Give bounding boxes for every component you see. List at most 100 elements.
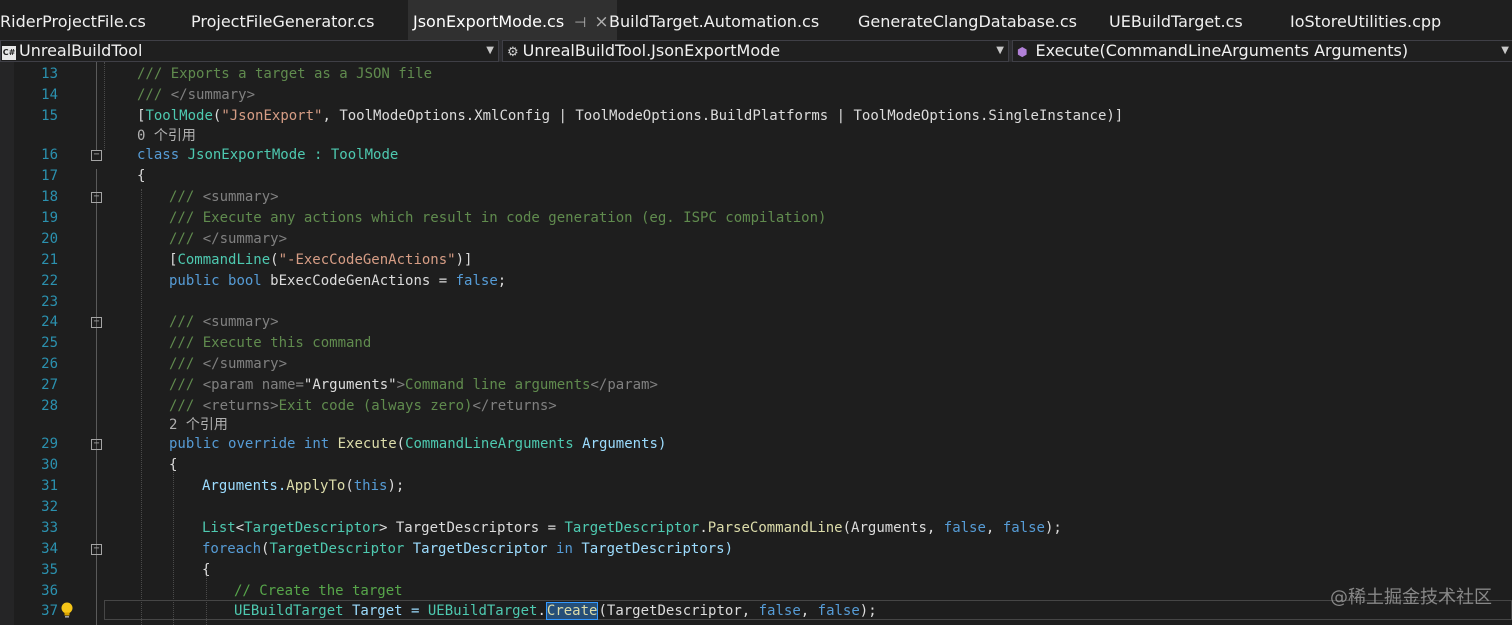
code-text: /// <summary> bbox=[169, 314, 279, 330]
code-line: 26 /// </summary> bbox=[0, 354, 1512, 374]
line-number: 13 bbox=[41, 66, 58, 82]
type-name: UnrealBuildTool.JsonExportMode bbox=[522, 41, 781, 60]
editor-tab-bar: RiderProjectFile.cs ProjectFileGenerator… bbox=[0, 0, 1512, 41]
chevron-down-icon[interactable]: ▼ bbox=[1501, 41, 1509, 61]
tab-label: BuildTarget.Automation.cs bbox=[609, 12, 820, 31]
member-name: Execute(CommandLineArguments Arguments) bbox=[1035, 41, 1409, 60]
code-text: [ToolMode("JsonExport", ToolModeOptions.… bbox=[137, 108, 1124, 124]
code-text: Arguments.ApplyTo(this); bbox=[202, 478, 405, 494]
chevron-down-icon[interactable]: ▼ bbox=[486, 41, 494, 61]
line-number: 32 bbox=[41, 499, 58, 515]
code-line: 18 − /// <summary> bbox=[0, 187, 1512, 207]
code-line: 28 /// <returns>Exit code (always zero)<… bbox=[0, 396, 1512, 416]
line-number: 29 bbox=[41, 436, 58, 452]
collapse-icon[interactable]: − bbox=[91, 150, 102, 161]
code-text: /// <param name="Arguments">Command line… bbox=[169, 377, 658, 393]
codelens-references[interactable]: 0 个引用 bbox=[137, 126, 196, 146]
line-number: 24 bbox=[41, 314, 58, 330]
tab-buildtarget-automation[interactable]: BuildTarget.Automation.cs bbox=[609, 0, 819, 40]
member-dropdown[interactable]: ⬢ Execute(CommandLineArguments Arguments)… bbox=[1012, 40, 1512, 62]
code-line: 29 − public override int Execute(Command… bbox=[0, 434, 1512, 454]
collapse-icon[interactable]: − bbox=[91, 317, 102, 328]
chevron-down-icon[interactable]: ▼ bbox=[996, 41, 1004, 61]
line-number: 31 bbox=[41, 478, 58, 494]
codelens-references[interactable]: 2 个引用 bbox=[169, 415, 228, 435]
line-number: 34 bbox=[41, 541, 58, 557]
code-text: public override int Execute(CommandLineA… bbox=[169, 436, 667, 452]
class-icon: ⚙ bbox=[507, 45, 519, 60]
tab-label: JsonExportMode.cs bbox=[413, 12, 565, 31]
tab-label: UEBuildTarget.cs bbox=[1109, 12, 1243, 31]
code-line: 35 { bbox=[0, 560, 1512, 580]
line-number: 17 bbox=[41, 168, 58, 184]
project-name: UnrealBuildTool bbox=[19, 41, 143, 60]
line-number: 20 bbox=[41, 231, 58, 247]
code-line: 27 /// <param name="Arguments">Command l… bbox=[0, 375, 1512, 395]
code-line: 22 public bool bExecCodeGenActions = fal… bbox=[0, 271, 1512, 291]
code-line: 16 − class JsonExportMode : ToolMode bbox=[0, 145, 1512, 165]
code-text: foreach(TargetDescriptor TargetDescripto… bbox=[202, 541, 734, 557]
code-text: class JsonExportMode : ToolMode bbox=[137, 147, 399, 163]
selected-method: Create bbox=[545, 602, 599, 620]
line-number: 36 bbox=[41, 583, 58, 599]
tab-label: RiderProjectFile.cs bbox=[0, 12, 146, 31]
collapse-icon[interactable]: − bbox=[91, 544, 102, 555]
method-icon: ⬢ bbox=[1017, 45, 1028, 59]
code-line: 31 Arguments.ApplyTo(this); bbox=[0, 476, 1512, 496]
line-number: 18 bbox=[41, 189, 58, 205]
code-text: List<TargetDescriptor> TargetDescriptors… bbox=[202, 520, 1062, 536]
code-line: 17 { bbox=[0, 166, 1512, 186]
tab-riderprojectfile[interactable]: RiderProjectFile.cs bbox=[0, 0, 146, 40]
code-text: /// Execute this command bbox=[169, 335, 372, 351]
line-number: 35 bbox=[41, 562, 58, 578]
code-line: 20 /// </summary> bbox=[0, 229, 1512, 249]
code-text: /// Execute any actions which result in … bbox=[169, 210, 827, 226]
line-number: 37 bbox=[41, 603, 58, 619]
line-number: 15 bbox=[41, 108, 58, 124]
line-number: 14 bbox=[41, 87, 58, 103]
line-number: 30 bbox=[41, 457, 58, 473]
pin-icon[interactable]: ⊣ bbox=[574, 15, 586, 31]
tab-label: IoStoreUtilities.cpp bbox=[1290, 12, 1442, 31]
code-line: 21 [CommandLine("-ExecCodeGenActions")] bbox=[0, 250, 1512, 270]
code-text: /// </summary> bbox=[169, 231, 288, 247]
close-icon[interactable]: × bbox=[594, 12, 608, 32]
line-number: 16 bbox=[41, 147, 58, 163]
tab-projectfilegenerator[interactable]: ProjectFileGenerator.cs bbox=[191, 0, 375, 40]
line-number: 26 bbox=[41, 356, 58, 372]
code-text: { bbox=[169, 457, 178, 473]
collapse-icon[interactable]: − bbox=[91, 439, 102, 450]
code-text: UEBuildTarget Target = UEBuildTarget.Cre… bbox=[234, 602, 877, 620]
tab-generateclangdatabase[interactable]: GenerateClangDatabase.cs bbox=[858, 0, 1077, 40]
code-line: 34 − foreach(TargetDescriptor TargetDesc… bbox=[0, 539, 1512, 559]
code-text: /// <returns>Exit code (always zero)</re… bbox=[169, 398, 557, 414]
collapse-icon[interactable]: − bbox=[91, 192, 102, 203]
code-text: [CommandLine("-ExecCodeGenActions")] bbox=[169, 252, 473, 268]
type-dropdown[interactable]: ⚙ UnrealBuildTool.JsonExportMode ▼ bbox=[502, 40, 1009, 62]
code-text: /// </summary> bbox=[137, 87, 256, 103]
code-line: 25 /// Execute this command bbox=[0, 333, 1512, 353]
watermark: @稀土掘金技术社区 bbox=[1330, 587, 1492, 608]
navigation-bar: C# UnrealBuildTool ▼ ⚙ UnrealBuildTool.Jso… bbox=[0, 40, 1512, 62]
line-number: 25 bbox=[41, 335, 58, 351]
line-number: 22 bbox=[41, 273, 58, 289]
code-line: 33 List<TargetDescriptor> TargetDescript… bbox=[0, 518, 1512, 538]
code-editor[interactable]: 13 /// Exports a target as a JSON file 1… bbox=[0, 62, 1512, 625]
line-number: 27 bbox=[41, 377, 58, 393]
tab-jsonexportmode[interactable]: JsonExportMode.cs ⊣ × bbox=[408, 0, 617, 40]
code-line: 15 [ToolMode("JsonExport", ToolModeOptio… bbox=[0, 106, 1512, 126]
line-number: 19 bbox=[41, 210, 58, 226]
code-text: /// <summary> bbox=[169, 189, 279, 205]
lightbulb-icon[interactable] bbox=[59, 601, 75, 619]
code-text: // Create the target bbox=[234, 583, 403, 599]
line-number: 28 bbox=[41, 398, 58, 414]
code-line: 13 /// Exports a target as a JSON file bbox=[0, 64, 1512, 84]
csharp-project-icon: C# bbox=[2, 46, 16, 60]
project-dropdown[interactable]: C# UnrealBuildTool ▼ bbox=[0, 40, 499, 62]
tab-uebuildtarget[interactable]: UEBuildTarget.cs bbox=[1109, 0, 1243, 40]
code-line: 37 UEBuildTarget Target = UEBuildTarget.… bbox=[0, 601, 1512, 621]
code-text: /// </summary> bbox=[169, 356, 288, 372]
code-text: { bbox=[202, 562, 211, 578]
tab-iostoreutilities[interactable]: IoStoreUtilities.cpp bbox=[1290, 0, 1441, 40]
code-text: public bool bExecCodeGenActions = false; bbox=[169, 273, 507, 289]
